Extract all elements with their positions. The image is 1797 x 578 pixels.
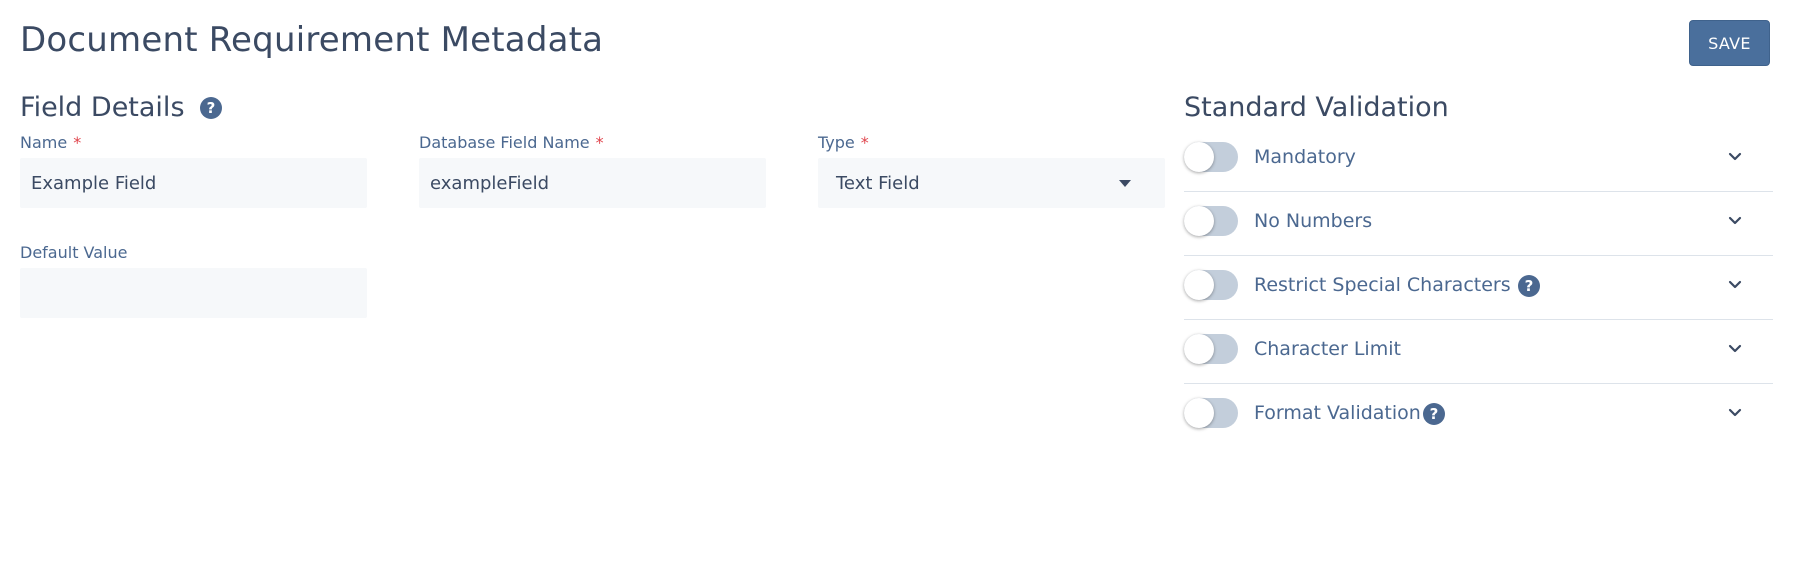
db-field-name-label-text: Database Field Name	[419, 133, 590, 152]
toggle-knob	[1184, 142, 1214, 172]
validation-row-character-limit[interactable]: Character Limit	[1184, 320, 1773, 384]
name-input[interactable]: Example Field	[20, 158, 367, 208]
save-button[interactable]: SAVE	[1689, 20, 1770, 66]
field-details-title: Field Details	[20, 92, 185, 123]
character-limit-toggle[interactable]	[1184, 334, 1238, 364]
name-input-value: Example Field	[31, 172, 157, 194]
required-marker: *	[595, 133, 604, 152]
toggle-knob	[1184, 398, 1214, 428]
validation-label: Format Validation	[1254, 402, 1421, 424]
mandatory-toggle[interactable]	[1184, 142, 1238, 172]
page-title: Document Requirement Metadata	[20, 20, 604, 60]
no-numbers-toggle[interactable]	[1184, 206, 1238, 236]
chevron-down-icon[interactable]	[1727, 404, 1743, 420]
validation-label: Restrict Special Characters	[1254, 274, 1511, 296]
validation-row-restrict-special-characters[interactable]: Restrict Special Characters ?	[1184, 256, 1773, 320]
validation-label: Mandatory	[1254, 146, 1356, 168]
toggle-knob	[1184, 270, 1214, 300]
chevron-down-icon[interactable]	[1727, 276, 1743, 292]
toggle-knob	[1184, 206, 1214, 236]
help-icon[interactable]: ?	[1518, 275, 1540, 297]
chevron-down-icon[interactable]	[1727, 212, 1743, 228]
name-label-text: Name	[20, 133, 68, 152]
db-field-name-input-value: exampleField	[430, 172, 550, 194]
validation-row-mandatory[interactable]: Mandatory	[1184, 128, 1773, 192]
validation-row-no-numbers[interactable]: No Numbers	[1184, 192, 1773, 256]
restrict-special-characters-toggle[interactable]	[1184, 270, 1238, 300]
default-value-label: Default Value	[20, 243, 128, 262]
format-validation-toggle[interactable]	[1184, 398, 1238, 428]
help-icon[interactable]: ?	[200, 97, 222, 119]
type-select-value: Text Field	[836, 172, 920, 194]
chevron-down-icon[interactable]	[1727, 340, 1743, 356]
db-field-name-label: Database Field Name *	[419, 133, 604, 152]
default-value-input[interactable]	[20, 268, 367, 318]
validation-label: Character Limit	[1254, 338, 1401, 360]
caret-down-icon	[1119, 179, 1131, 187]
name-label: Name *	[20, 133, 81, 152]
help-icon[interactable]: ?	[1423, 403, 1445, 425]
chevron-down-icon[interactable]	[1727, 148, 1743, 164]
type-label: Type *	[818, 133, 869, 152]
required-marker: *	[73, 133, 82, 152]
toggle-knob	[1184, 334, 1214, 364]
validation-row-format-validation[interactable]: Format Validation ?	[1184, 384, 1773, 448]
db-field-name-input[interactable]: exampleField	[419, 158, 766, 208]
type-label-text: Type	[818, 133, 855, 152]
standard-validation-title: Standard Validation	[1184, 92, 1449, 123]
validation-label: No Numbers	[1254, 210, 1373, 232]
required-marker: *	[860, 133, 869, 152]
type-select[interactable]: Text Field	[818, 158, 1165, 208]
